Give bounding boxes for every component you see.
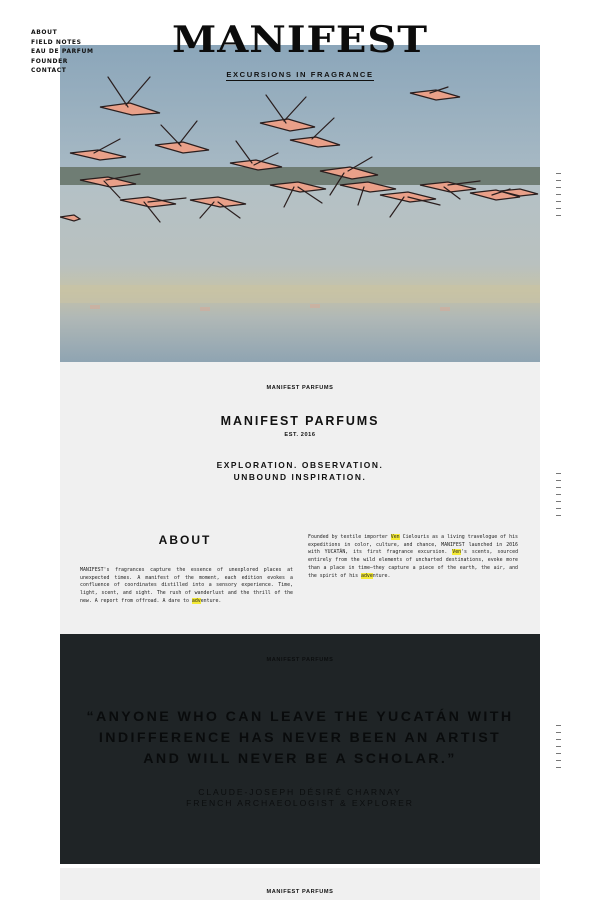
tagline-line-2: UNBOUND INSPIRATION. [233,472,367,482]
brand-title: MANIFEST PARFUMS [220,414,380,428]
site-logo[interactable]: MANIFEST [0,18,600,62]
section-label: MANIFEST PARFUMS [266,385,334,391]
scroll-indicator-1[interactable] [556,173,564,222]
quote-text: “ANYONE WHO CAN LEAVE THE YUCATÁN WITH I… [86,709,514,767]
hero-image [60,45,540,362]
bottom-section: MANIFEST PARFUMS [60,868,540,900]
logo-tagline: EXCURSIONS IN FRAGRANCE [0,64,600,82]
scroll-indicator-2[interactable] [556,473,564,522]
about-heading: ABOUT [158,533,212,547]
section-label: MANIFEST PARFUMS [266,657,334,663]
scroll-indicator-3[interactable] [556,725,564,774]
quote-attribution: CLAUDE-JOSEPH DÉSIRÉ CHARNAY FRENCH ARCH… [60,787,540,808]
brand-tagline: EXPLORATION. OBSERVATION. UNBOUND INSPIR… [60,459,540,483]
section-label: MANIFEST PARFUMS [266,889,334,895]
quote-author: CLAUDE-JOSEPH DÉSIRÉ CHARNAY [198,787,402,797]
quote-section: MANIFEST PARFUMS “ANYONE WHO CAN LEAVE T… [60,634,540,864]
tagline-line-1: EXPLORATION. OBSERVATION. [216,460,384,470]
brand-established: EST. 2016 [284,432,316,438]
intro-section: MANIFEST PARFUMS MANIFEST PARFUMS EST. 2… [60,362,540,634]
flamingos-photo [60,45,540,362]
quote-author-title: FRENCH ARCHAEOLOGIST & EXPLORER [186,797,414,808]
logo-wordmark: MANIFEST [171,17,429,62]
about-paragraph-right: Founded by textile importer Ven Cielouri… [308,534,519,579]
logo-tagline-text: EXCURSIONS IN FRAGRANCE [226,70,374,81]
about-paragraph-left: MANIFEST's fragrances capture the essenc… [80,567,293,604]
